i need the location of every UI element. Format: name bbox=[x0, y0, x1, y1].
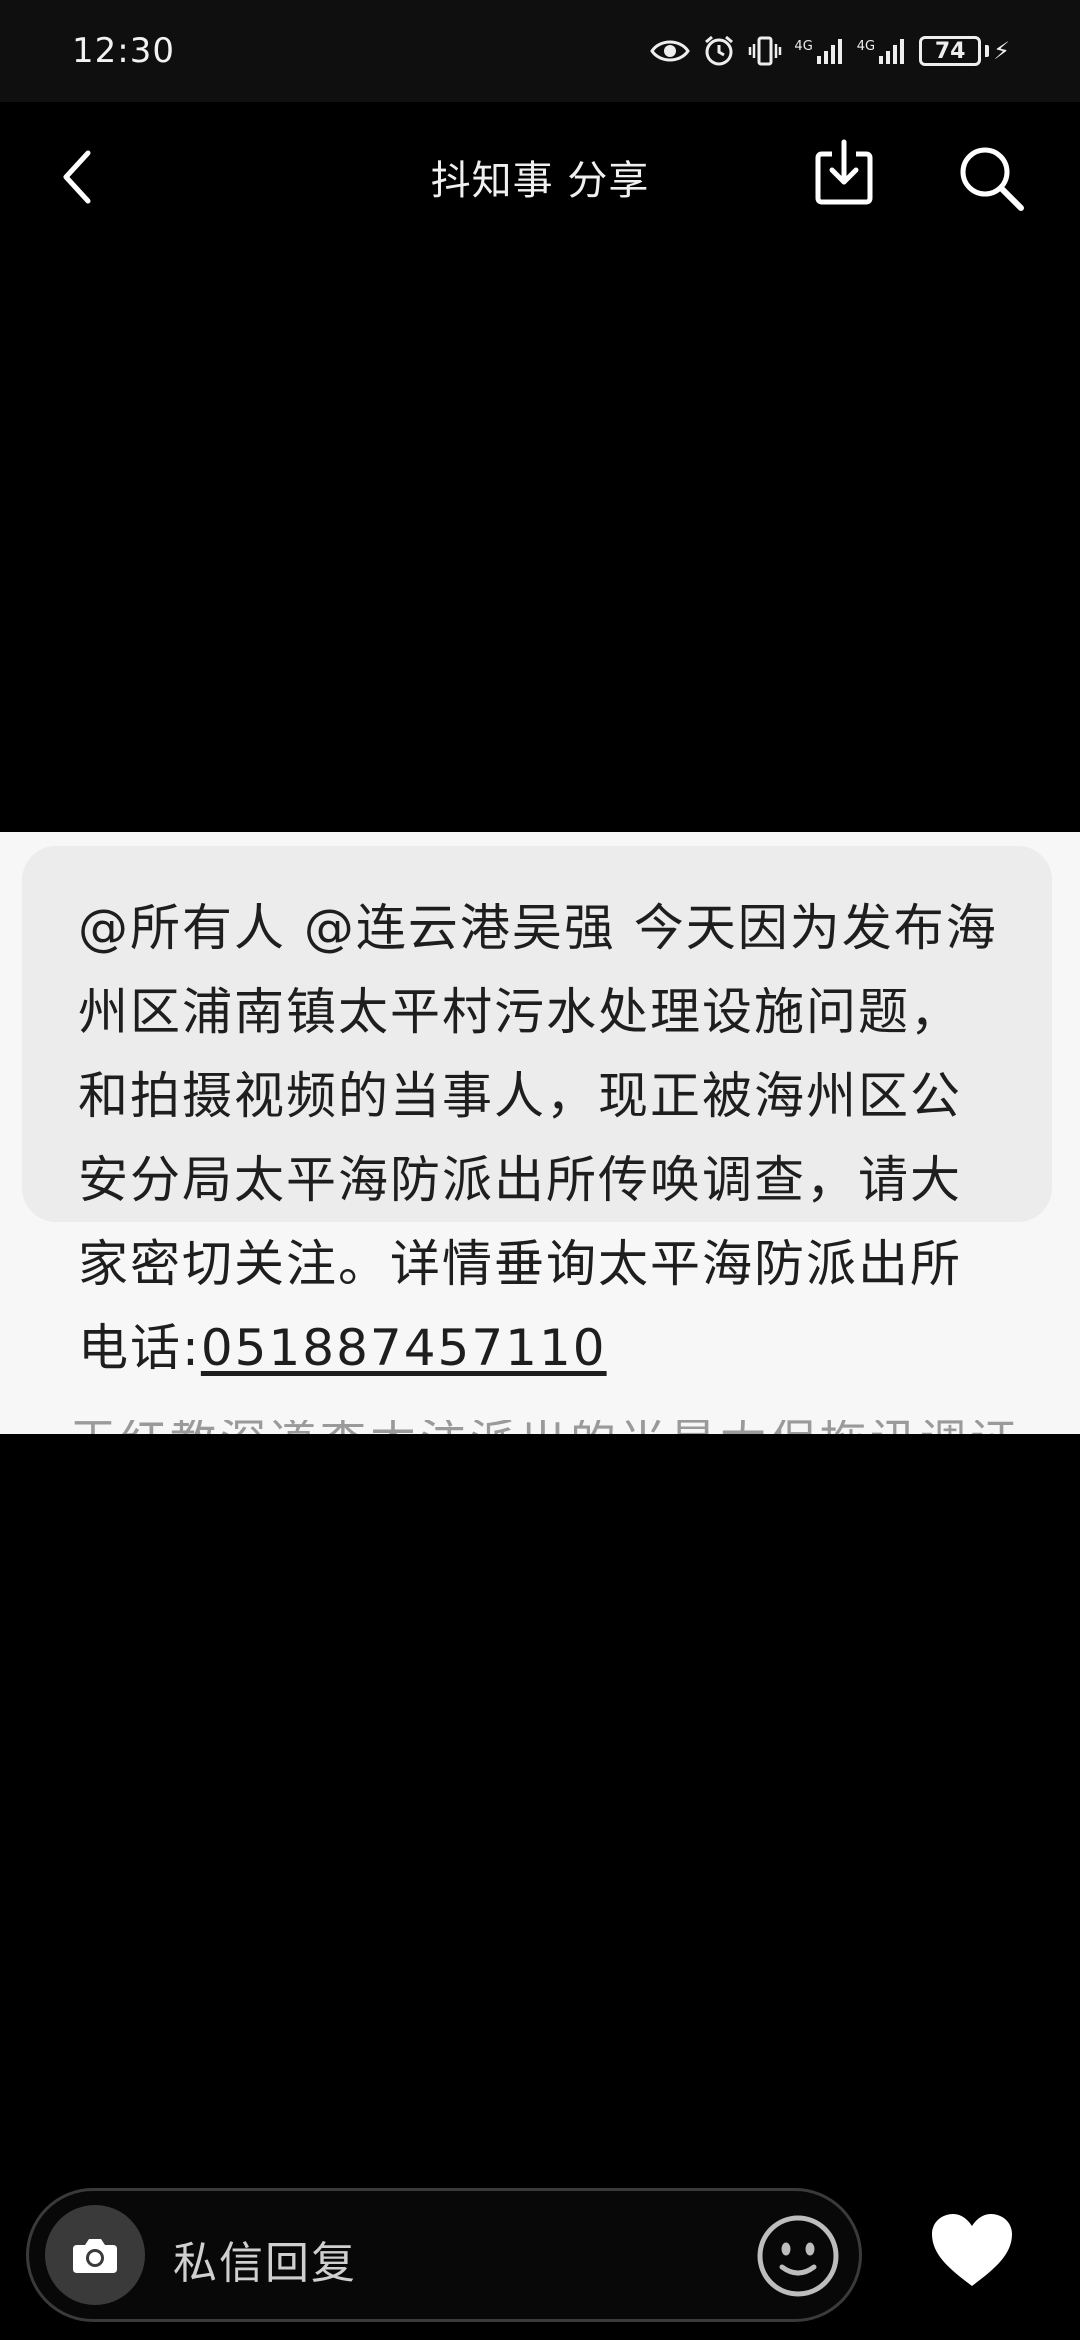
signal-1: 4G bbox=[794, 38, 844, 64]
camera-button[interactable] bbox=[45, 2205, 145, 2305]
emoji-icon[interactable] bbox=[755, 2213, 841, 2299]
status-time: 12:30 bbox=[72, 31, 175, 71]
vibrate-icon bbox=[749, 36, 782, 66]
search-icon[interactable] bbox=[955, 142, 1027, 214]
battery-nub bbox=[985, 45, 990, 57]
camera-icon bbox=[73, 2239, 117, 2273]
top-nav: 抖知事 分享 bbox=[0, 102, 1080, 252]
network-label: 4G bbox=[856, 39, 876, 54]
battery-icon: 74 ⚡ bbox=[919, 36, 1010, 66]
cutoff-text: 王红教深道查木注派出的当是太保拖讯调证 bbox=[70, 1420, 1030, 1434]
reply-placeholder: 私信回复 bbox=[173, 2238, 357, 2289]
battery-level: 74 bbox=[919, 36, 982, 66]
reply-input[interactable]: 私信回复 bbox=[26, 2188, 862, 2322]
signal-icon bbox=[879, 39, 905, 64]
status-bar: 12:30 4G 4G 74 ⚡ bbox=[0, 0, 1080, 102]
status-icons: 4G 4G 74 ⚡ bbox=[650, 34, 1010, 68]
cutoff-text-line: 王红教深道查木注派出的当是太保拖讯调证 bbox=[70, 1420, 1030, 1434]
download-icon[interactable] bbox=[812, 138, 876, 208]
message-text: @所有人 @连云港吴强 今天因为发布海州区浦南镇太平村污水处理设施问题，和拍摄视… bbox=[78, 886, 1002, 1390]
eye-icon bbox=[650, 40, 691, 62]
heart-icon[interactable] bbox=[928, 2210, 1016, 2290]
signal-2: 4G bbox=[857, 38, 907, 64]
alarm-icon bbox=[705, 35, 734, 66]
bottom-bar: 私信回复 bbox=[0, 2180, 1080, 2340]
network-label: 4G bbox=[794, 39, 813, 54]
message-bubble: @所有人 @连云港吴强 今天因为发布海州区浦南镇太平村污水处理设施问题，和拍摄视… bbox=[22, 846, 1052, 1377]
shared-image[interactable]: @所有人 @连云港吴强 今天因为发布海州区浦南镇太平村污水处理设施问题，和拍摄视… bbox=[0, 832, 1080, 1434]
screen: 12:30 4G 4G 74 ⚡ 抖知事 分享 @所有人 @连云港吴强 今天因为… bbox=[0, 0, 1080, 2340]
page-title: 抖知事 分享 bbox=[430, 158, 650, 204]
message-body: @所有人 @连云港吴强 今天因为发布海州区浦南镇太平村污水处理设施问题，和拍摄视… bbox=[78, 899, 998, 1377]
charging-icon: ⚡ bbox=[993, 37, 1010, 65]
phone-number: 051887457110 bbox=[200, 1319, 607, 1377]
signal-icon bbox=[816, 39, 842, 64]
